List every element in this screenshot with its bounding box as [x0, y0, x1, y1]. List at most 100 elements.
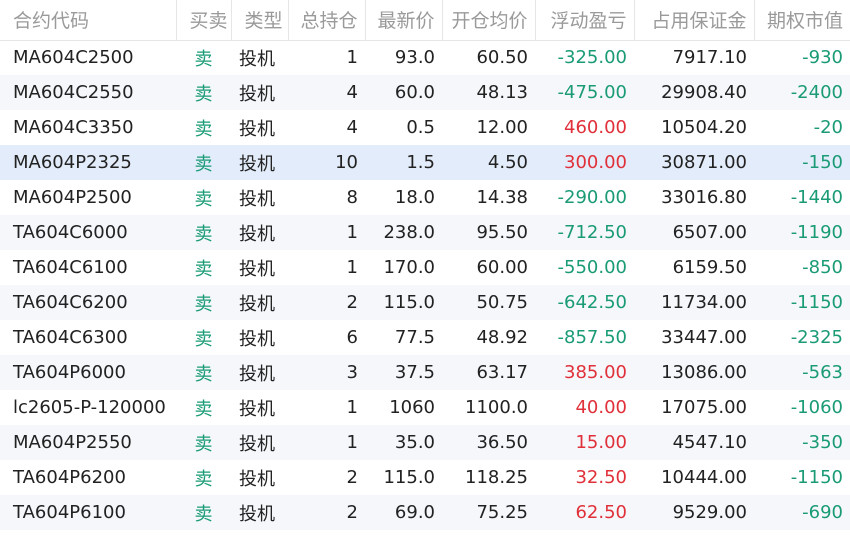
table-row[interactable]: MA604P2500 卖 投机 8 18.0 14.38 -290.00 33016.80 -1…	[0, 180, 850, 215]
contract-code-cell: TA604C6300	[13, 327, 128, 348]
table-row[interactable]: lc2605-P-120000 卖 投机 1 1060 1100.0 40.00 17075.…	[0, 390, 850, 425]
open-avg-price-cell: 36.50	[476, 432, 528, 453]
type-cell: 投机	[239, 83, 275, 105]
floating-pnl-cell: 15.00	[575, 432, 627, 453]
table-row[interactable]: TA604P6000 卖 投机 3 37.5 63.17 385.00 13086.00 -56…	[0, 355, 850, 390]
margin-cell: 7917.10	[672, 47, 747, 69]
open-avg-price-cell: 118.25	[465, 467, 528, 488]
col-header-type[interactable]: 类型	[231, 0, 289, 41]
open-avg-price-cell: 50.75	[476, 292, 528, 313]
last-price-cell: 77.5	[394, 327, 435, 348]
open-avg-price-cell: 12.00	[476, 117, 528, 138]
floating-pnl-cell: -550.00	[557, 257, 627, 278]
total-position-cell: 3	[346, 362, 358, 383]
table-row[interactable]: TA604C6000 卖 投机 1 238.0 95.50 -712.50 6507.00 -1…	[0, 215, 850, 250]
table-row[interactable]: TA604C6300 卖 投机 6 77.5 48.92 -857.50 33447.00 -2…	[0, 320, 850, 355]
side-cell: 卖	[194, 468, 213, 490]
floating-pnl-cell: -712.50	[557, 222, 627, 243]
last-price-cell: 115.0	[383, 467, 435, 488]
total-position-cell: 1	[346, 47, 358, 69]
table-row[interactable]: MA604P2325 卖 投机 10 1.5 4.50 300.00 30871.00 -150	[0, 145, 850, 180]
floating-pnl-cell: 40.00	[575, 397, 627, 418]
side-cell: 卖	[194, 398, 213, 420]
type-cell: 投机	[239, 153, 275, 175]
table-row[interactable]: MA604C3350 卖 投机 4 0.5 12.00 460.00 10504.20 -20	[0, 110, 850, 145]
table-row[interactable]: TA604C6100 卖 投机 1 170.0 60.00 -550.00 6159.50 -8…	[0, 250, 850, 285]
type-cell: 投机	[239, 223, 275, 245]
margin-cell: 6159.50	[672, 257, 747, 278]
type-cell: 投机	[239, 258, 275, 280]
table-row[interactable]: TA604P6200 卖 投机 2 115.0 118.25 32.50 10444.00 -1…	[0, 460, 850, 495]
last-price-cell: 238.0	[383, 222, 435, 243]
total-position-cell: 1	[346, 432, 358, 453]
option-value-cell: -20	[813, 117, 843, 138]
table-row[interactable]: TA604C6200 卖 投机 2 115.0 50.75 -642.50 11734.00 -…	[0, 285, 850, 320]
last-price-cell: 0.5	[406, 117, 435, 138]
last-price-cell: 115.0	[383, 292, 435, 313]
col-header-last-price[interactable]: 最新价	[365, 0, 443, 41]
col-header-open-avg-price[interactable]: 开仓均价	[442, 0, 536, 41]
side-cell: 卖	[194, 433, 213, 455]
last-price-cell: 1.5	[406, 152, 435, 173]
total-position-cell: 6	[346, 327, 358, 348]
col-header-side[interactable]: 买卖	[176, 0, 232, 41]
side-cell: 卖	[194, 48, 213, 70]
last-price-cell: 35.0	[394, 432, 435, 453]
last-price-cell: 18.0	[394, 187, 435, 208]
table-row[interactable]: MA604C2550 卖 投机 4 60.0 48.13 -475.00 29908.40 -2…	[0, 75, 850, 110]
col-header-margin[interactable]: 占用保证金	[634, 0, 755, 41]
contract-code-cell: TA604C6100	[13, 257, 128, 278]
open-avg-price-cell: 63.17	[476, 362, 528, 383]
side-cell: 卖	[194, 118, 213, 140]
open-avg-price-cell: 95.50	[476, 222, 528, 243]
side-cell: 卖	[194, 258, 213, 280]
last-price-cell: 93.0	[394, 47, 435, 69]
col-header-floating-pnl[interactable]: 浮动盈亏	[535, 0, 635, 41]
option-value-cell: -1190	[790, 222, 843, 243]
col-header-total-position[interactable]: 总持仓	[288, 0, 366, 41]
type-cell: 投机	[239, 503, 275, 525]
margin-cell: 6507.00	[672, 222, 747, 243]
margin-cell: 10504.20	[661, 117, 747, 138]
col-header-contract[interactable]: 合约代码	[0, 0, 177, 41]
type-cell: 投机	[239, 293, 275, 315]
total-position-cell: 1	[346, 397, 358, 418]
floating-pnl-cell: -642.50	[557, 292, 627, 313]
table-row[interactable]: TA604P6100 卖 投机 2 69.0 75.25 62.50 9529.00 -690	[0, 495, 850, 530]
floating-pnl-cell: 460.00	[564, 117, 627, 138]
col-header-option-value[interactable]: 期权市值	[754, 0, 850, 41]
total-position-cell: 2	[346, 467, 358, 488]
option-value-cell: -150	[802, 152, 843, 173]
contract-code-cell: MA604P2325	[13, 152, 132, 173]
open-avg-price-cell: 75.25	[476, 502, 528, 523]
option-value-cell: -1150	[790, 467, 843, 488]
type-cell: 投机	[239, 363, 275, 385]
type-cell: 投机	[239, 118, 275, 140]
option-value-cell: -2400	[790, 82, 843, 103]
table-row[interactable]: MA604C2500 卖 投机 1 93.0 60.50 -325.00 7917.10 -93…	[0, 40, 850, 75]
open-avg-price-cell: 60.00	[476, 257, 528, 278]
contract-code-cell: MA604C2500	[13, 47, 134, 69]
margin-cell: 29908.40	[661, 82, 747, 103]
type-cell: 投机	[239, 48, 275, 70]
margin-cell: 4547.10	[672, 432, 747, 453]
table-row[interactable]: MA604P2550 卖 投机 1 35.0 36.50 15.00 4547.10 -350	[0, 425, 850, 460]
open-avg-price-cell: 14.38	[476, 187, 528, 208]
total-position-cell: 8	[346, 187, 358, 208]
open-avg-price-cell: 60.50	[476, 47, 528, 69]
type-cell: 投机	[239, 433, 275, 455]
margin-cell: 9529.00	[672, 502, 747, 523]
option-value-cell: -2325	[790, 327, 843, 348]
floating-pnl-cell: -475.00	[557, 82, 627, 103]
side-cell: 卖	[194, 503, 213, 525]
last-price-cell: 170.0	[383, 257, 435, 278]
side-cell: 卖	[194, 293, 213, 315]
margin-cell: 13086.00	[661, 362, 747, 383]
margin-cell: 30871.00	[661, 152, 747, 173]
last-price-cell: 60.0	[394, 82, 435, 103]
contract-code-cell: TA604P6200	[13, 467, 126, 488]
option-value-cell: -563	[802, 362, 843, 383]
type-cell: 投机	[239, 188, 275, 210]
positions-table: 合约代码 买卖 类型 总持仓 最新价 开仓均价 浮动盈亏 占用保证金 期权市值 …	[0, 0, 850, 530]
option-value-cell: -1060	[790, 397, 843, 418]
